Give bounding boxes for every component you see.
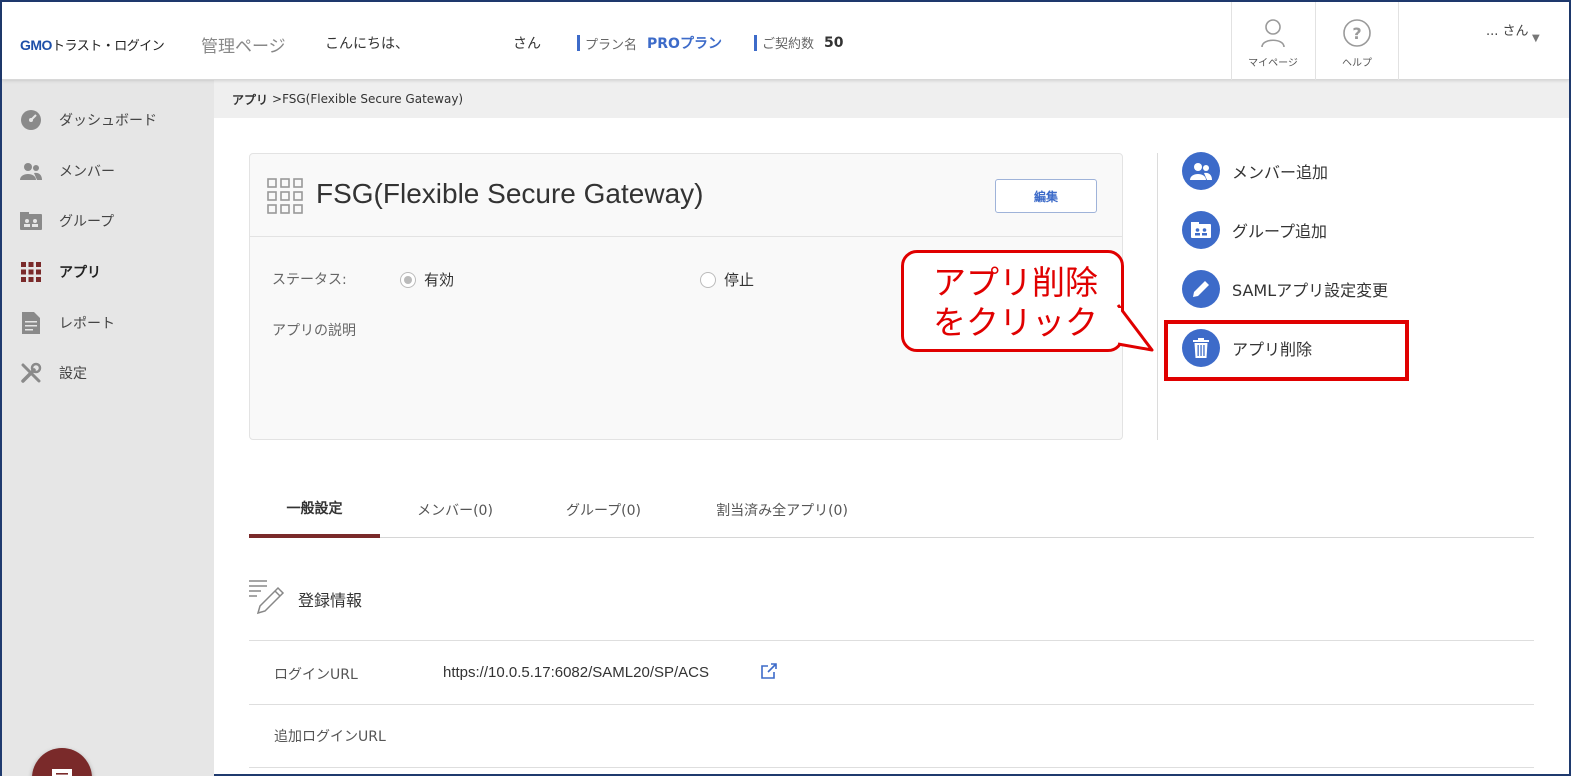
callout-text: アプリ削除 をクリック — [904, 263, 1127, 343]
help-button[interactable]: ? ヘルプ — [1315, 2, 1399, 80]
sidebar-item-groups[interactable]: グループ — [2, 201, 214, 241]
help-label: ヘルプ — [1342, 58, 1372, 69]
mypage-label: マイページ — [1248, 58, 1298, 69]
login-url-value[interactable]: https://10.0.5.17:6082/SAML20/SP/ACS — [443, 664, 709, 681]
apps-grid-icon — [20, 261, 42, 283]
mypage-button[interactable]: マイページ — [1231, 2, 1315, 80]
chat-button[interactable] — [32, 748, 92, 776]
description-label: アプリの説明 — [272, 323, 356, 339]
add-group-action[interactable]: グループ追加 — [1182, 211, 1327, 249]
settings-tools-icon — [20, 362, 42, 384]
edit-notes-icon — [249, 580, 285, 615]
status-label: ステータス: — [272, 272, 347, 288]
plan-marker — [577, 35, 580, 51]
actions-divider — [1157, 153, 1158, 440]
pencil-icon — [1182, 270, 1220, 308]
status-disabled-radio[interactable]: 停止 — [700, 269, 754, 290]
add-group-icon — [1182, 211, 1220, 249]
contract-marker — [754, 34, 757, 51]
help-icon: ? — [1343, 19, 1371, 47]
saml-settings-action[interactable]: SAMLアプリ設定変更 — [1182, 270, 1388, 308]
callout-line-2: をクリック — [933, 303, 1098, 342]
action-label: グループ追加 — [1232, 222, 1328, 241]
row-divider — [249, 640, 1534, 641]
sidebar-item-label: ダッシュボード — [59, 113, 157, 129]
greeting-text: こんにちは、 — [325, 36, 409, 52]
action-label: メンバー追加 — [1232, 163, 1329, 182]
radio-indicator — [400, 271, 416, 288]
sidebar: ダッシュボード メンバー グループ アプリ レポート 設定 — [2, 80, 214, 776]
admin-page-title: 管理ページ — [201, 37, 286, 57]
app-grid-icon — [267, 178, 303, 214]
svg-text:?: ? — [1352, 24, 1361, 43]
callout-pointer — [1116, 304, 1154, 352]
chevron-down-icon[interactable]: ▼ — [1532, 33, 1540, 44]
tab-assigned-apps[interactable]: 割当済み全アプリ(0) — [697, 482, 867, 538]
status-enabled-radio[interactable]: 有効 — [400, 269, 454, 290]
user-icon — [1261, 19, 1285, 48]
tab-members[interactable]: メンバー(0) — [396, 482, 514, 538]
logo-rest: トラスト・ログイン — [51, 38, 165, 53]
sidebar-item-apps[interactable]: アプリ — [2, 252, 214, 292]
sidebar-item-label: グループ — [59, 214, 115, 230]
annotation-callout: アプリ削除 をクリック — [901, 250, 1124, 352]
user-menu[interactable]: ... さん — [1486, 20, 1529, 39]
annotation-highlight-box — [1164, 320, 1409, 381]
sidebar-item-label: レポート — [59, 316, 115, 332]
logo-brand: GMO — [20, 37, 52, 53]
sidebar-item-members[interactable]: メンバー — [2, 151, 214, 191]
sidebar-item-label: アプリ — [59, 265, 101, 281]
top-header: GMOトラスト・ログイン 管理ページ こんにちは、 さん プラン名 PROプラン… — [2, 2, 1569, 80]
external-link-icon[interactable] — [760, 662, 778, 680]
brand-logo[interactable]: GMOトラスト・ログイン — [20, 35, 165, 54]
members-icon — [20, 160, 42, 182]
sidebar-item-settings[interactable]: 設定 — [2, 353, 214, 393]
edit-button[interactable]: 編集 — [995, 179, 1097, 213]
report-icon — [20, 312, 42, 334]
radio-label: 停止 — [724, 271, 755, 289]
add-member-action[interactable]: メンバー追加 — [1182, 152, 1328, 190]
header-divider — [1398, 2, 1399, 80]
plan-label: プラン名 — [585, 37, 638, 53]
sidebar-item-reports[interactable]: レポート — [2, 303, 214, 343]
plan-info: プラン名 PROプラン — [577, 33, 722, 53]
contract-info: ご契約数 50 — [754, 33, 844, 52]
radio-label: 有効 — [424, 271, 455, 289]
sidebar-item-dashboard[interactable]: ダッシュボード — [2, 100, 214, 140]
tab-groups[interactable]: グループ(0) — [546, 482, 661, 538]
breadcrumb: アプリ >FSG(Flexible Secure Gateway) — [214, 80, 1569, 118]
row-divider — [249, 704, 1534, 705]
tab-general-settings[interactable]: 一般設定 — [249, 482, 380, 538]
contract-value: 50 — [824, 34, 844, 51]
section-title: 登録情報 — [298, 591, 363, 610]
breadcrumb-current: >FSG(Flexible Secure Gateway) — [272, 92, 464, 106]
login-url-label: ログインURL — [274, 667, 358, 683]
action-label: SAMLアプリ設定変更 — [1232, 281, 1389, 300]
dashboard-icon — [20, 109, 42, 131]
chat-icon — [52, 769, 72, 776]
add-member-icon — [1182, 152, 1220, 190]
greeting-suffix: さん — [513, 36, 541, 52]
group-icon — [20, 210, 42, 232]
tab-bar: 一般設定 メンバー(0) グループ(0) 割当済み全アプリ(0) — [249, 482, 1534, 538]
app-card-header: FSG(Flexible Secure Gateway) 編集 — [250, 154, 1122, 237]
row-divider — [249, 767, 1534, 768]
sidebar-item-label: 設定 — [59, 366, 87, 382]
callout-line-1: アプリ削除 — [933, 263, 1098, 302]
additional-login-url-label: 追加ログインURL — [274, 729, 386, 745]
contract-label: ご契約数 — [762, 37, 815, 52]
radio-indicator — [700, 271, 716, 288]
plan-value: PROプラン — [647, 36, 722, 52]
app-title: FSG(Flexible Secure Gateway) — [316, 178, 704, 209]
breadcrumb-root[interactable]: アプリ — [232, 91, 268, 108]
sidebar-item-label: メンバー — [59, 164, 115, 180]
